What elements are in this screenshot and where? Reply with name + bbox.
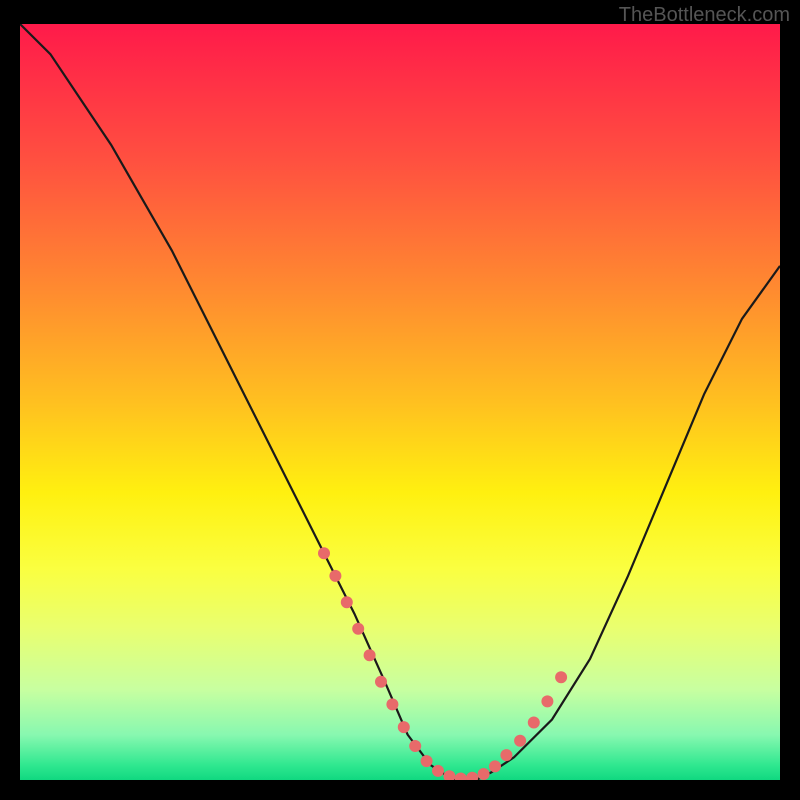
- curve-marker: [443, 770, 455, 780]
- curve-marker: [386, 698, 398, 710]
- curve-marker: [514, 735, 526, 747]
- curve-marker: [455, 773, 467, 781]
- curve-marker: [352, 623, 364, 635]
- curve-marker: [318, 547, 330, 559]
- curve-marker: [329, 570, 341, 582]
- curve-marker: [478, 768, 490, 780]
- curve-marker: [489, 760, 501, 772]
- curve-marker: [528, 717, 540, 729]
- chart-plot-area: [20, 24, 780, 780]
- curve-marker: [375, 676, 387, 688]
- bottleneck-curve: [20, 24, 780, 780]
- curve-marker: [398, 721, 410, 733]
- curve-marker: [541, 695, 553, 707]
- bottleneck-chart-svg: [20, 24, 780, 780]
- curve-marker: [500, 749, 512, 761]
- curve-marker: [341, 596, 353, 608]
- curve-marker: [364, 649, 376, 661]
- curve-marker: [409, 740, 421, 752]
- curve-marker: [555, 671, 567, 683]
- curve-marker: [421, 755, 433, 767]
- curve-markers: [318, 547, 567, 780]
- watermark-text: TheBottleneck.com: [619, 4, 790, 27]
- curve-marker: [432, 765, 444, 777]
- curve-marker: [466, 772, 478, 780]
